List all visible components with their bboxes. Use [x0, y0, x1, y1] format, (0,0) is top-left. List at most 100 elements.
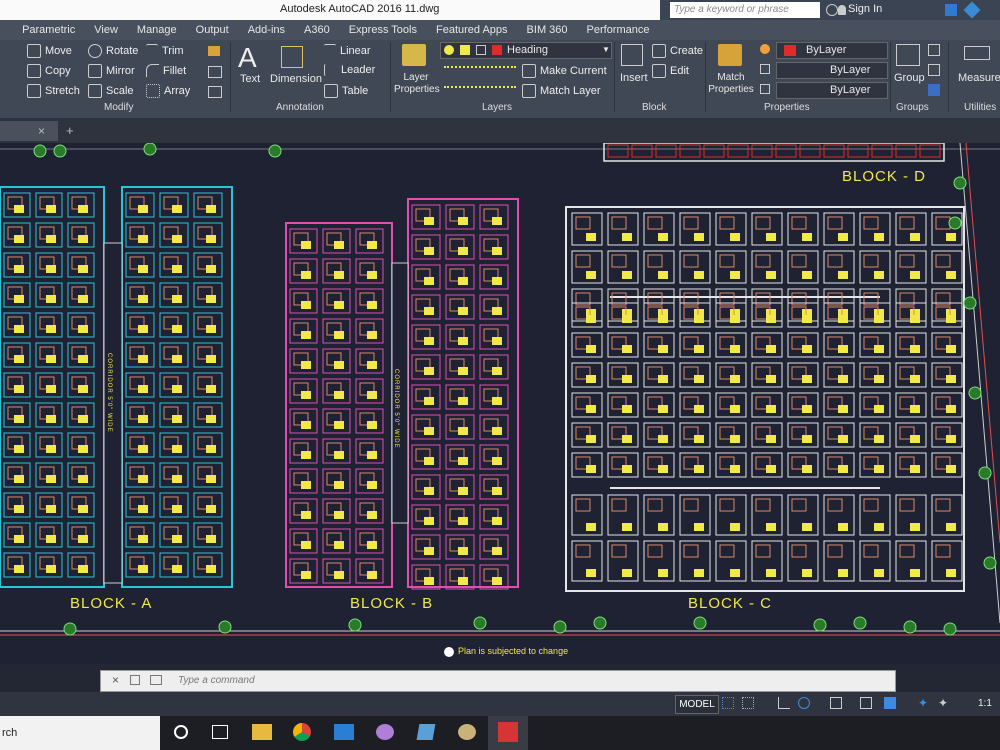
- layers-panel-title[interactable]: Layers: [482, 102, 512, 113]
- measure-button[interactable]: Measure: [958, 72, 1000, 84]
- create-block-button[interactable]: Create: [652, 44, 703, 58]
- lock-icon[interactable]: [476, 45, 486, 55]
- group-edit-icon[interactable]: [928, 64, 940, 76]
- sign-in-link[interactable]: Sign In: [848, 3, 882, 15]
- snap-icon[interactable]: [742, 697, 754, 709]
- tab-parametric[interactable]: Parametric: [22, 24, 75, 36]
- command-input[interactable]: Type a command: [178, 675, 255, 686]
- lightbulb-icon[interactable]: [444, 45, 454, 55]
- drawing-canvas[interactable]: BLOCK - A BLOCK - B BLOCK - C BLOCK - D …: [0, 143, 1000, 664]
- text-icon[interactable]: A: [238, 42, 257, 74]
- linear-button[interactable]: Linear: [324, 44, 371, 57]
- tab-a360[interactable]: A360: [304, 24, 330, 36]
- tab-add-ins[interactable]: Add-ins: [248, 24, 285, 36]
- command-prompt-icon[interactable]: [150, 675, 162, 685]
- annotation-visibility-icon[interactable]: ✦: [938, 697, 950, 709]
- measure-icon[interactable]: [964, 46, 990, 60]
- wrench-icon[interactable]: [130, 675, 140, 685]
- annotation-panel-title[interactable]: Annotation: [276, 102, 324, 113]
- tab-home-arrow[interactable]: [0, 24, 3, 36]
- paint-palette-icon[interactable]: [458, 724, 476, 740]
- paint-icon[interactable]: [376, 724, 394, 740]
- mirror-button[interactable]: Mirror: [88, 64, 135, 78]
- array-button[interactable]: Array: [146, 84, 190, 98]
- lineweight-toggle-icon[interactable]: [860, 697, 872, 709]
- explode-icon[interactable]: [208, 66, 222, 78]
- leader-button[interactable]: Leader: [324, 64, 375, 76]
- make-current-button[interactable]: Make Current: [522, 64, 607, 78]
- group-button[interactable]: Group: [894, 72, 925, 84]
- annotation-scale-icon[interactable]: ✦: [918, 697, 930, 709]
- sun-icon[interactable]: [460, 45, 470, 55]
- match-properties-button[interactable]: Match Properties: [708, 72, 754, 96]
- erase-icon[interactable]: [208, 46, 220, 56]
- fixture-block: [424, 307, 434, 315]
- tab-featured-apps[interactable]: Featured Apps: [436, 24, 508, 36]
- file-explorer-icon[interactable]: [252, 724, 272, 740]
- tab-manage[interactable]: Manage: [137, 24, 177, 36]
- dimension-icon[interactable]: [281, 46, 303, 68]
- color-wheel-icon[interactable]: [760, 44, 770, 54]
- edit-block-button[interactable]: Edit: [652, 64, 689, 78]
- tab-output[interactable]: Output: [196, 24, 229, 36]
- tab-view[interactable]: View: [94, 24, 118, 36]
- close-icon[interactable]: ×: [112, 673, 119, 687]
- search-input[interactable]: Type a keyword or phrase: [670, 2, 820, 18]
- match-layer-button[interactable]: Match Layer: [522, 84, 601, 98]
- match-properties-icon[interactable]: [718, 44, 742, 66]
- layer-properties-icon[interactable]: [402, 44, 426, 66]
- tab-performance[interactable]: Performance: [587, 24, 650, 36]
- text-button[interactable]: Text: [240, 73, 260, 85]
- tab-express-tools[interactable]: Express Tools: [349, 24, 417, 36]
- notepad-icon[interactable]: [416, 724, 436, 740]
- offset-icon[interactable]: [208, 86, 222, 98]
- fixture-block: [658, 315, 668, 323]
- properties-panel-title[interactable]: Properties: [764, 102, 810, 113]
- object-snap-icon[interactable]: [830, 697, 842, 709]
- group-icon[interactable]: [896, 44, 920, 66]
- taskbar-search[interactable]: rch: [0, 716, 160, 750]
- exchange-icon[interactable]: [945, 4, 957, 16]
- insert-button[interactable]: Insert: [620, 72, 648, 84]
- fixture-block: [14, 565, 24, 573]
- search-icon[interactable]: [826, 4, 838, 16]
- cortana-icon[interactable]: [174, 725, 188, 739]
- rotate-button[interactable]: Rotate: [88, 44, 138, 58]
- close-icon[interactable]: ×: [38, 124, 45, 138]
- chevron-down-icon[interactable]: ▼: [602, 45, 610, 54]
- user-icon[interactable]: [838, 5, 846, 15]
- linetype-icon[interactable]: [760, 64, 770, 74]
- stretch-button[interactable]: Stretch: [27, 84, 80, 98]
- transparency-icon[interactable]: [884, 697, 896, 709]
- fixture-block: [586, 233, 596, 241]
- grid-icon[interactable]: [722, 697, 734, 709]
- lineweight-icon[interactable]: [760, 84, 770, 94]
- groups-panel-title[interactable]: Groups: [896, 102, 929, 113]
- chrome-icon[interactable]: [293, 723, 311, 741]
- tab-bim-360[interactable]: BIM 360: [527, 24, 568, 36]
- file-tab[interactable]: [0, 121, 58, 141]
- insert-icon[interactable]: [621, 44, 643, 66]
- copy-button[interactable]: Copy: [27, 64, 71, 78]
- annotation-scale-value[interactable]: 1:1: [978, 698, 992, 709]
- polar-tracking-icon[interactable]: [798, 697, 810, 709]
- group-selection-icon[interactable]: [928, 84, 940, 96]
- scale-button[interactable]: Scale: [88, 84, 134, 98]
- model-space-button[interactable]: MODEL: [675, 695, 719, 714]
- ortho-icon[interactable]: [778, 697, 790, 709]
- layer-tools-icons[interactable]: [444, 66, 516, 78]
- new-tab-icon[interactable]: +: [66, 123, 74, 138]
- layer-tools-icons[interactable]: [444, 86, 516, 98]
- dimension-button[interactable]: Dimension: [270, 73, 322, 85]
- trim-button[interactable]: Trim: [146, 44, 184, 57]
- ungroup-icon[interactable]: [928, 44, 940, 56]
- table-button[interactable]: Table: [324, 84, 368, 98]
- utilities-panel-title[interactable]: Utilities: [964, 102, 996, 113]
- layer-properties-button[interactable]: Layer Properties: [394, 72, 440, 96]
- fillet-button[interactable]: Fillet: [146, 64, 186, 77]
- modify-panel-title[interactable]: Modify: [104, 102, 133, 113]
- task-view-icon[interactable]: [212, 725, 228, 739]
- move-button[interactable]: Move: [27, 44, 72, 58]
- block-panel-title[interactable]: Block: [642, 102, 666, 113]
- outlook-icon[interactable]: [334, 724, 354, 740]
